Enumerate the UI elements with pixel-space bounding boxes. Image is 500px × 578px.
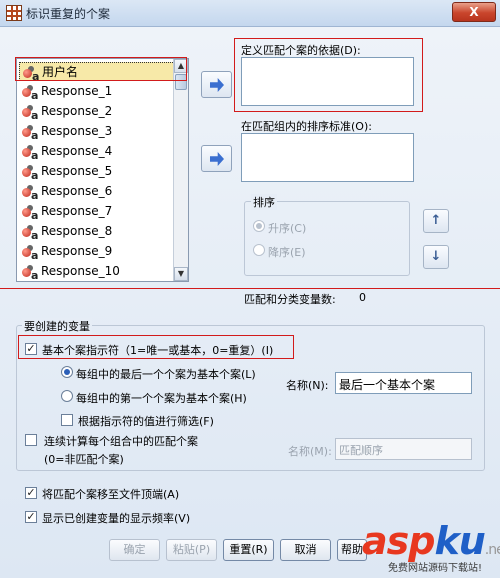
nominal-string-variable-icon: a bbox=[22, 145, 38, 162]
first-case-radio[interactable] bbox=[61, 390, 73, 402]
close-button[interactable]: X bbox=[452, 2, 496, 22]
window-title: 标识重复的个案 bbox=[26, 7, 111, 21]
variable-list-item[interactable]: a Response_9 bbox=[19, 242, 175, 262]
sequential-label: 连续计算每个组合中的匹配个案 bbox=[44, 435, 198, 448]
nominal-string-variable-icon: a bbox=[22, 125, 38, 142]
nominal-string-variable-icon: a bbox=[22, 165, 38, 182]
variable-list-item[interactable]: a Response_5 bbox=[19, 162, 175, 182]
sequential-note: (0=非匹配个案) bbox=[44, 453, 124, 466]
title-bar: 标识重复的个案 X bbox=[0, 0, 500, 27]
move-top-label: 将匹配个案移至文件顶端(A) bbox=[42, 488, 180, 501]
variable-label: Response_2 bbox=[41, 104, 113, 118]
variable-list-item[interactable]: a Response_10 bbox=[19, 262, 175, 281]
variable-list-item[interactable]: a Response_3 bbox=[19, 122, 175, 142]
variable-list-item[interactable]: a Response_4 bbox=[19, 142, 175, 162]
variable-list-item[interactable]: a 用户名 bbox=[19, 62, 175, 83]
filter-label: 根据指示符的值进行筛选(F) bbox=[78, 415, 214, 428]
primary-indicator-label: 基本个案指示符（1=唯一或基本，0=重复）(I) bbox=[42, 344, 274, 357]
descending-radio[interactable] bbox=[253, 244, 265, 256]
scroll-thumb[interactable] bbox=[175, 74, 187, 90]
variable-label: Response_8 bbox=[41, 224, 113, 238]
variable-label: Response_1 bbox=[41, 84, 113, 98]
sort-order-title: 排序 bbox=[251, 194, 277, 210]
first-case-label: 每组中的第一个个案为基本个案(H) bbox=[76, 392, 247, 405]
ascending-label: 升序(C) bbox=[268, 222, 307, 235]
nominal-string-variable-icon: a bbox=[23, 66, 39, 83]
name2-input[interactable]: 匹配顺序 bbox=[335, 438, 472, 460]
sort-within-field[interactable] bbox=[241, 133, 414, 182]
ascending-radio[interactable] bbox=[253, 220, 265, 232]
paste-button[interactable]: 粘贴(P) bbox=[166, 539, 217, 561]
app-grid-icon bbox=[6, 5, 22, 21]
variable-list[interactable]: a 用户名 a Response_1 a Response_2 a Response_3 a Re… bbox=[16, 58, 189, 282]
cancel-button[interactable]: 取消 bbox=[280, 539, 331, 561]
watermark-logo: aspku.net bbox=[362, 519, 500, 563]
name-label: 名称(N): bbox=[286, 379, 329, 392]
nominal-string-variable-icon: a bbox=[22, 225, 38, 242]
sort-within-label: 在匹配组内的排序标准(O): bbox=[241, 120, 372, 133]
right-arrow-icon bbox=[210, 152, 224, 166]
show-freq-checkbox[interactable]: ✓ bbox=[25, 511, 37, 523]
reset-button[interactable]: 重置(R) bbox=[223, 539, 274, 561]
filter-checkbox[interactable] bbox=[61, 414, 73, 426]
variable-label: Response_3 bbox=[41, 124, 113, 138]
variable-label: 用户名 bbox=[42, 65, 79, 79]
nominal-string-variable-icon: a bbox=[22, 85, 38, 102]
match-basis-label: 定义匹配个案的依据(D): bbox=[241, 44, 361, 57]
move-up-button[interactable]: ↑ bbox=[423, 209, 449, 233]
variable-label: Response_7 bbox=[41, 204, 113, 218]
scroll-up-icon[interactable]: ▲ bbox=[174, 59, 188, 73]
annotation-line bbox=[0, 288, 500, 289]
move-top-checkbox[interactable]: ✓ bbox=[25, 487, 37, 499]
show-freq-label: 显示已创建变量的显示频率(V) bbox=[42, 512, 191, 525]
name-input[interactable]: 最后一个基本个案 bbox=[335, 372, 472, 394]
ok-button[interactable]: 确定 bbox=[109, 539, 160, 561]
variable-list-item[interactable]: a Response_6 bbox=[19, 182, 175, 202]
variable-list-item[interactable]: a Response_2 bbox=[19, 102, 175, 122]
move-to-match-button[interactable] bbox=[201, 71, 232, 98]
variable-list-item[interactable]: a Response_1 bbox=[19, 82, 175, 102]
descending-label: 降序(E) bbox=[268, 246, 306, 259]
nominal-string-variable-icon: a bbox=[22, 205, 38, 222]
match-basis-field[interactable] bbox=[241, 57, 414, 106]
list-scrollbar[interactable]: ▲ ▼ bbox=[173, 59, 188, 281]
last-case-radio[interactable] bbox=[61, 366, 73, 378]
match-count-label: 匹配和分类变量数: bbox=[244, 293, 336, 306]
create-vars-title: 要创建的变量 bbox=[22, 318, 92, 334]
down-arrow-icon: ↓ bbox=[430, 249, 442, 264]
variable-label: Response_9 bbox=[41, 244, 113, 258]
up-arrow-icon: ↑ bbox=[430, 213, 442, 228]
move-to-sort-button[interactable] bbox=[201, 145, 232, 172]
move-down-button[interactable]: ↓ bbox=[423, 245, 449, 269]
last-case-label: 每组中的最后一个个案为基本个案(L) bbox=[76, 368, 256, 381]
variable-label: Response_10 bbox=[41, 264, 120, 278]
name2-label: 名称(M): bbox=[288, 445, 332, 458]
primary-indicator-checkbox[interactable]: ✓ bbox=[25, 343, 37, 355]
variable-label: Response_5 bbox=[41, 164, 113, 178]
variable-list-item[interactable]: a Response_7 bbox=[19, 202, 175, 222]
variable-list-item[interactable]: a Response_8 bbox=[19, 222, 175, 242]
right-arrow-icon bbox=[210, 78, 224, 92]
nominal-string-variable-icon: a bbox=[22, 265, 38, 281]
sequential-checkbox[interactable] bbox=[25, 434, 37, 446]
scroll-down-icon[interactable]: ▼ bbox=[174, 267, 188, 281]
nominal-string-variable-icon: a bbox=[22, 185, 38, 202]
match-count-value: 0 bbox=[359, 291, 366, 304]
variable-label: Response_4 bbox=[41, 144, 113, 158]
variable-label: Response_6 bbox=[41, 184, 113, 198]
sort-order-group bbox=[244, 201, 410, 276]
watermark-subtitle: 免费网站源码下载站! bbox=[388, 563, 483, 574]
nominal-string-variable-icon: a bbox=[22, 105, 38, 122]
nominal-string-variable-icon: a bbox=[22, 245, 38, 262]
